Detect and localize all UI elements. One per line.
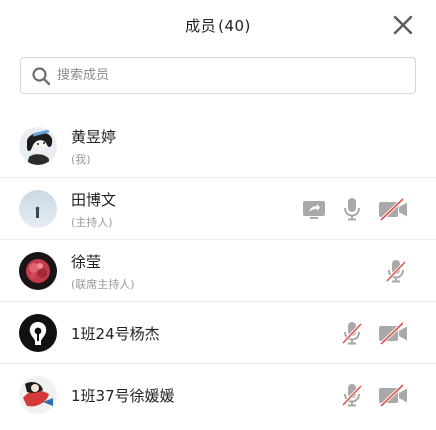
microphone-muted-icon [341,384,363,407]
search-input[interactable] [57,68,387,83]
member-name: 黄昱婷 [71,128,117,146]
microphone-muted-icon [385,260,407,283]
panel-header: 成员 (40) [0,0,436,50]
member-name: 1班24号杨杰 [71,325,160,343]
microphone-button[interactable] [340,197,364,221]
member-name: 田博文 [71,191,117,209]
member-role: (我) [71,153,91,166]
avatar [19,190,57,228]
member-name: 1班37号徐媛媛 [71,387,175,405]
panel-title: 成员 (40) [0,15,436,36]
avatar [19,127,57,165]
screen-share-icon [303,201,325,219]
panel-title-label: 成员 [185,17,217,35]
avatar [19,252,57,290]
camera-button[interactable] [378,383,408,407]
screen-share-button[interactable] [302,197,326,221]
member-list: 黄昱婷 (我) 田博文 (主持人) 徐莹 (联席主持人) 1班24号杨杰 1班3… [0,115,436,425]
avatar [19,314,57,352]
microphone-icon [344,198,360,221]
member-count: (40) [218,17,251,35]
member-controls [288,197,408,221]
member-row[interactable]: 1班24号杨杰 [0,301,436,363]
microphone-button[interactable] [384,259,408,283]
member-controls [326,321,408,345]
member-row[interactable]: 田博文 (主持人) [0,177,436,239]
microphone-button[interactable] [340,321,364,345]
member-controls [326,383,408,407]
member-role: (主持人) [71,216,113,229]
member-row[interactable]: 1班37号徐媛媛 [0,363,436,425]
microphone-button[interactable] [340,383,364,407]
close-icon [393,15,413,35]
camera-off-icon [379,383,407,407]
close-button[interactable] [392,14,414,36]
member-row[interactable]: 黄昱婷 (我) [0,115,436,177]
camera-off-icon [379,197,407,221]
camera-off-icon [379,321,407,345]
camera-button[interactable] [378,197,408,221]
microphone-muted-icon [341,322,363,345]
member-role: (联席主持人) [71,278,135,291]
camera-button[interactable] [378,321,408,345]
search-box[interactable] [20,57,416,94]
member-controls [370,259,408,283]
member-name: 徐莹 [71,253,102,271]
search-icon [32,66,51,85]
member-row[interactable]: 徐莹 (联席主持人) [0,239,436,301]
avatar [19,376,57,414]
